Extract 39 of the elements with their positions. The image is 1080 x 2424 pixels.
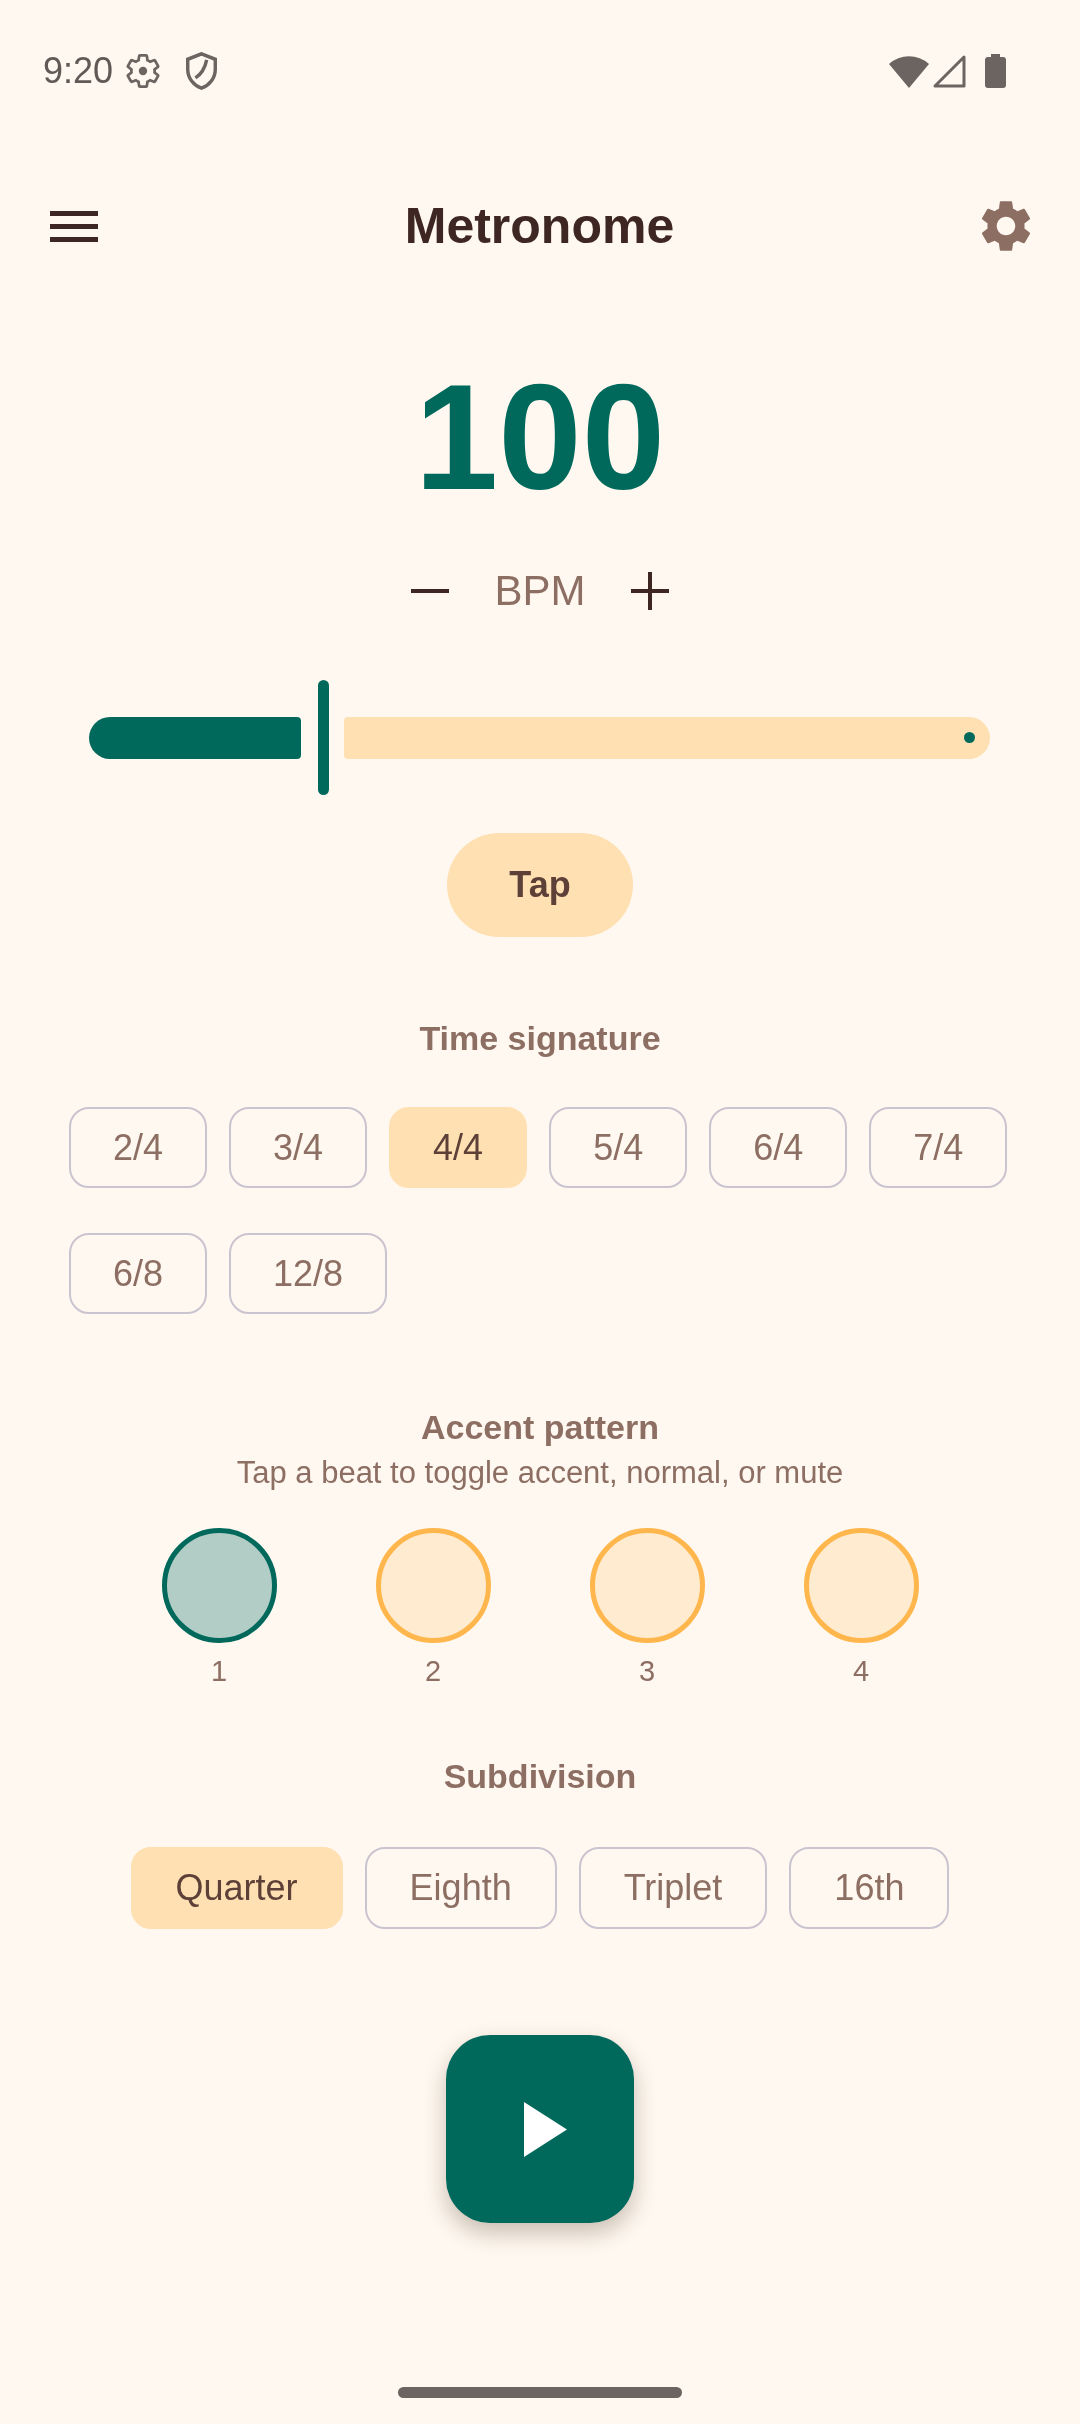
app-title: Metronome: [404, 197, 675, 256]
time-signature-chip[interactable]: 5/4: [549, 1107, 688, 1188]
beat-number: 4: [852, 1654, 870, 1689]
time-signature-chip[interactable]: 4/4: [389, 1107, 528, 1188]
subdivision-chip[interactable]: Quarter: [130, 1847, 343, 1929]
slider-thumb[interactable]: [317, 680, 329, 795]
time-signature-chip[interactable]: 2/4: [69, 1107, 208, 1188]
signal-icon: [933, 54, 966, 88]
bpm-label: BPM: [494, 567, 586, 615]
beat-number: 1: [210, 1654, 228, 1689]
play-icon: [523, 2101, 567, 2157]
subdivision-chip[interactable]: Triplet: [578, 1847, 768, 1929]
stop-dot-icon: [963, 732, 975, 743]
time-signature-chip[interactable]: 3/4: [229, 1107, 368, 1188]
hint-text: Tap a beat to toggle accent, normal, or mute: [235, 1454, 845, 1492]
section-title: Subdivision: [442, 1756, 638, 1797]
time-signature-chip[interactable]: 6/8: [69, 1233, 208, 1314]
plus-icon[interactable]: [630, 572, 669, 610]
subdivision-chip[interactable]: Eighth: [364, 1847, 557, 1929]
time-signature-chip[interactable]: 12/8: [229, 1233, 388, 1314]
settings-icon[interactable]: [981, 201, 1031, 251]
beat-number: 2: [424, 1654, 442, 1689]
tempo-slider[interactable]: [89, 680, 990, 795]
battery-icon: [985, 54, 1006, 88]
time-signature-chip[interactable]: 6/4: [709, 1107, 848, 1188]
gear-icon: [126, 54, 161, 88]
section-title: Accent pattern: [419, 1407, 661, 1448]
status-time: 9:20: [43, 51, 114, 91]
subdivision-chip[interactable]: 16th: [789, 1847, 950, 1929]
time-signature-chip[interactable]: 7/4: [869, 1107, 1008, 1188]
tap-button[interactable]: Tap: [447, 833, 633, 937]
section-title: Time signature: [418, 1018, 662, 1059]
bpm-value: 100: [413, 362, 667, 512]
shield-icon: [186, 52, 218, 90]
play-button[interactable]: [446, 2035, 634, 2223]
beat-number: 3: [638, 1654, 656, 1689]
menu-icon[interactable]: [50, 210, 98, 242]
minus-icon[interactable]: [411, 589, 450, 593]
wifi-icon: [889, 54, 929, 88]
